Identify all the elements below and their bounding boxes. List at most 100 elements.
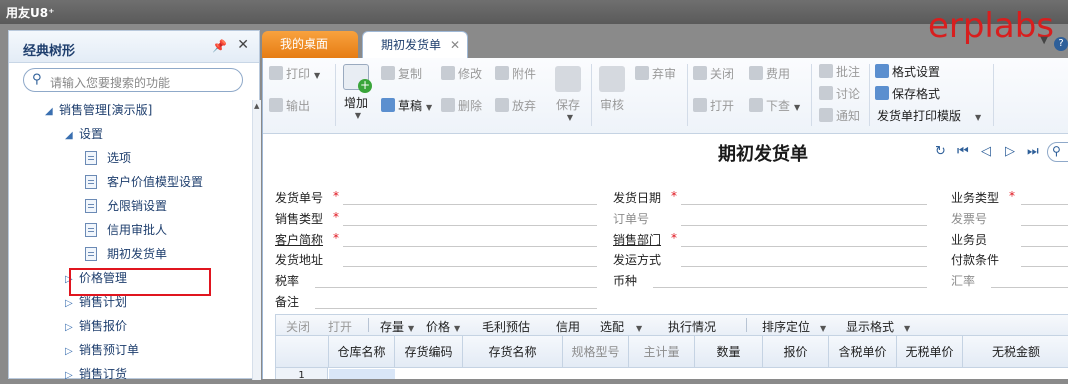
format-settings-button[interactable]: 格式设置	[875, 62, 940, 82]
dropdown-icon: ▼	[904, 324, 911, 333]
toolbar-separator	[811, 64, 812, 126]
notify-button[interactable]: 通知	[819, 106, 860, 126]
tree-node-sales-management[interactable]: ◢ 销售管理[演示版]	[45, 99, 152, 121]
field-sales-dept[interactable]: 销售部门 *	[613, 229, 943, 249]
field-customer[interactable]: 客户简称 *	[275, 229, 605, 249]
refresh-icon[interactable]: ↻	[935, 144, 946, 159]
tab-dropdown-icon[interactable]: ▼	[1040, 35, 1048, 46]
field-line	[315, 308, 597, 309]
copy-icon	[381, 66, 395, 80]
display-format-button[interactable]: 显示格式 ▼	[846, 318, 910, 335]
prev-page-icon[interactable]: ◁	[981, 144, 991, 159]
next-page-icon[interactable]: ▷	[1005, 144, 1015, 159]
price-button[interactable]: 价格 ▼	[426, 318, 460, 335]
select-config-button[interactable]: 选配 ▼	[600, 318, 642, 335]
draft-button[interactable]: 草稿 ▼	[381, 96, 432, 116]
document-icon	[85, 151, 97, 165]
field-line	[681, 246, 927, 247]
form-title: 期初发货单	[718, 144, 808, 165]
grid-close-button[interactable]: 关闭	[286, 318, 310, 335]
grid-header-quantity[interactable]: 数量	[695, 336, 763, 368]
grid-header-main-unit[interactable]: 主计量	[629, 336, 695, 368]
credit-button[interactable]: 信用	[556, 318, 580, 335]
grid-header-inventory-name[interactable]: 存货名称	[463, 336, 563, 368]
fee-button[interactable]: 费用	[749, 64, 790, 84]
delete-button[interactable]: 删除	[441, 96, 482, 116]
first-page-icon[interactable]: ⏮	[957, 144, 969, 159]
grid-header-net-amount[interactable]: 无税金额	[963, 336, 1068, 368]
tree-node-sale-limit[interactable]: 允限销设置	[85, 195, 167, 217]
save-format-button[interactable]: 保存格式	[875, 84, 940, 104]
tree-node-sales-order[interactable]: ▷ 销售订货	[65, 363, 127, 379]
field-delivery-no[interactable]: 发货单号 *	[275, 187, 605, 207]
tree-scrollbar[interactable]: ▲	[252, 100, 261, 380]
last-page-icon[interactable]: ⏭	[1027, 144, 1039, 159]
field-currency[interactable]: 币种	[613, 270, 943, 290]
copy-button[interactable]: 复制	[381, 64, 422, 84]
sort-locate-button[interactable]: 排序定位 ▼	[762, 318, 826, 335]
tree-node-options[interactable]: 选项	[85, 147, 131, 169]
discuss-button[interactable]: 讨论	[819, 84, 860, 104]
tree-node-customer-value[interactable]: 客户价值模型设置	[85, 171, 203, 193]
save-button[interactable]: 保存 ▼	[553, 66, 583, 122]
abandon-icon	[495, 98, 509, 112]
field-delivery-date[interactable]: 发货日期 *	[613, 187, 943, 207]
tree-node-sales-quote[interactable]: ▷ 销售报价	[65, 315, 127, 337]
field-tax-rate[interactable]: 税率	[275, 270, 605, 290]
annotate-button[interactable]: 批注	[819, 62, 860, 82]
close-order-button[interactable]: 关闭	[693, 64, 734, 84]
push-down-button[interactable]: 下查 ▼	[749, 96, 800, 116]
field-delivery-address[interactable]: 发货地址	[275, 249, 605, 269]
unaudit-icon	[635, 66, 649, 80]
open-order-button[interactable]: 打开	[693, 96, 734, 116]
help-icon[interactable]: ?	[1054, 37, 1068, 51]
field-payment-terms[interactable]: 付款条件	[951, 249, 1068, 269]
save-icon	[555, 66, 581, 92]
field-line	[1021, 225, 1068, 226]
grid-open-button[interactable]: 打开	[328, 318, 352, 335]
abandon-button[interactable]: 放弃	[495, 96, 536, 116]
chevron-down-icon: ◢	[45, 106, 53, 117]
grid-header-net-unit-price[interactable]: 无税单价	[897, 336, 963, 368]
required-marker: *	[1009, 189, 1015, 203]
record-search-input[interactable]: ⚲	[1047, 142, 1068, 162]
gross-profit-button[interactable]: 毛利预估	[482, 318, 530, 335]
field-shipping-method[interactable]: 发运方式	[613, 249, 943, 269]
grid-header-inventory-code[interactable]: 存货编码	[395, 336, 463, 368]
field-sales-type[interactable]: 销售类型 *	[275, 208, 605, 228]
grid-header-spec[interactable]: 规格型号	[563, 336, 629, 368]
search-input[interactable]: ⚲ 请输入您要搜索的功能	[23, 68, 243, 92]
field-business-type[interactable]: 业务类型 *	[951, 187, 1068, 207]
tab-opening-delivery[interactable]: 期初发货单 ✕	[362, 31, 468, 58]
audit-button[interactable]: 审核	[597, 66, 627, 113]
left-panel-title: 经典树形	[23, 44, 76, 59]
attachment-button[interactable]: 附件	[495, 64, 536, 84]
tab-close-icon[interactable]: ✕	[450, 32, 460, 58]
tree-node-sales-preorder[interactable]: ▷ 销售预订单	[65, 339, 139, 361]
scroll-up-icon[interactable]: ▲	[254, 102, 259, 110]
grid-header-tax-unit-price[interactable]: 含税单价	[829, 336, 897, 368]
unaudit-button[interactable]: 弃审	[635, 64, 676, 84]
edit-button[interactable]: 修改	[441, 64, 482, 84]
required-marker: *	[671, 231, 677, 245]
grid-header-warehouse[interactable]: 仓库名称	[329, 336, 395, 368]
execution-button[interactable]: 执行情况	[668, 318, 716, 335]
export-button[interactable]: 输出	[269, 96, 310, 116]
document-icon	[85, 175, 97, 189]
tree-node-credit-approver[interactable]: 信用审批人	[85, 219, 167, 241]
pin-icon[interactable]: 📌	[212, 39, 227, 53]
print-template-select[interactable]: 发货单打印模版 ▼	[877, 106, 981, 126]
print-button[interactable]: 打印 ▼	[269, 64, 320, 84]
grid-cell-active[interactable]	[329, 369, 395, 379]
format-icon	[875, 64, 889, 78]
tree-node-settings[interactable]: ◢ 设置	[65, 123, 103, 145]
close-icon[interactable]: ✕	[237, 37, 249, 53]
add-button[interactable]: + 增加 ▼	[341, 64, 372, 120]
field-remark[interactable]: 备注	[275, 291, 605, 311]
tree-node-opening-delivery[interactable]: 期初发货单	[85, 243, 167, 265]
open-order-icon	[693, 98, 707, 112]
field-salesperson[interactable]: 业务员	[951, 229, 1068, 249]
grid-header-quote[interactable]: 报价	[763, 336, 829, 368]
tab-my-desktop[interactable]: 我的桌面	[262, 31, 358, 58]
stock-button[interactable]: 存量 ▼	[380, 318, 414, 335]
